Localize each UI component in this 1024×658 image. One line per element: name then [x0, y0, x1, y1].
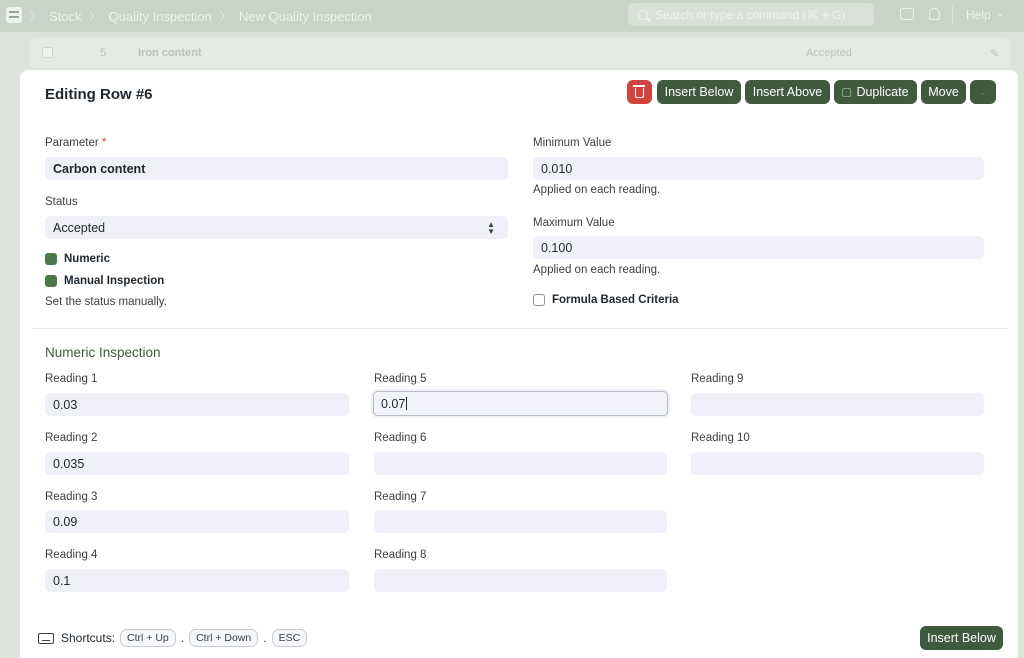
insert-below-button[interactable]: Insert Below [657, 80, 741, 104]
max-value-help: Applied on each reading. [533, 264, 661, 276]
help-menu[interactable]: Help [966, 8, 991, 22]
required-mark: * [101, 137, 107, 149]
numeric-inspection-title: Numeric Inspection [45, 345, 161, 360]
reading-2-field[interactable]: 0.035 [45, 452, 349, 475]
move-button[interactable]: Move [921, 80, 966, 104]
max-value-field[interactable]: 0.100 [533, 236, 984, 259]
shortcut-separator: . [180, 631, 185, 645]
numeric-label: Numeric [64, 253, 111, 265]
section-divider [33, 328, 1007, 329]
row-editor: Editing Row #6 Insert Below Insert Above… [20, 70, 1018, 658]
checkbox-checked-icon[interactable] [45, 253, 57, 265]
breadcrumb: 〉 Stock 〉 Quality Inspection 〉 New Quali… [30, 0, 372, 32]
reading-2-value: 0.035 [53, 456, 85, 471]
parameter-field[interactable]: Carbon content [45, 157, 508, 180]
status-label: Status [45, 196, 78, 208]
numeric-checkbox[interactable]: Numeric [45, 253, 110, 265]
chat-icon[interactable] [900, 8, 914, 20]
reading-10-field[interactable] [691, 452, 984, 475]
search-bar[interactable]: Search or type a command (⌘ + G) [628, 3, 874, 26]
search-icon [638, 9, 648, 20]
shortcuts-bar: Shortcuts: Ctrl + Up . Ctrl + Down . ESC [38, 629, 308, 647]
breadcrumb-separator: 〉 [89, 11, 101, 23]
formula-based-checkbox[interactable]: Formula Based Criteria [533, 294, 679, 306]
reading-5-field[interactable]: 0.07 [373, 391, 668, 416]
formula-based-label: Formula Based Criteria [552, 294, 679, 306]
row-index: 5 [100, 47, 107, 59]
insert-below-footer-button[interactable]: Insert Below [920, 626, 1003, 650]
edit-icon[interactable]: ✎ [990, 47, 999, 60]
manual-inspection-checkbox[interactable]: Manual Inspection [45, 275, 164, 287]
search-placeholder: Search or type a command (⌘ + G) [655, 7, 846, 22]
table-row: 5 Iron content Accepted ✎ [30, 38, 1010, 68]
reading-3-field[interactable]: 0.09 [45, 510, 349, 533]
shortcut-key: ESC [271, 629, 308, 647]
reading-3-value: 0.09 [53, 514, 78, 529]
breadcrumb-quality-inspection[interactable]: Quality Inspection [109, 9, 212, 24]
breadcrumb-separator: 〉 [30, 11, 41, 23]
reading-5-value: 0.07 [381, 396, 406, 411]
row-parameter: Iron content [138, 47, 202, 59]
navbar: 〉 Stock 〉 Quality Inspection 〉 New Quali… [0, 0, 1024, 32]
shortcut-key: Ctrl + Down [189, 629, 259, 647]
manual-inspection-help: Set the status manually. [45, 296, 167, 308]
app-logo-icon[interactable] [6, 7, 22, 23]
min-value-field[interactable]: 0.010 [533, 157, 984, 180]
breadcrumb-stock[interactable]: Stock [49, 9, 82, 24]
checkbox-unchecked-icon[interactable] [533, 294, 545, 306]
reading-4-field[interactable]: 0.1 [45, 569, 349, 592]
min-value: 0.010 [541, 161, 573, 176]
row-checkbox[interactable] [42, 47, 53, 58]
chevron-down-icon: ⌄ [978, 86, 988, 98]
status-value: Accepted [53, 220, 106, 235]
max-value-label: Maximum Value [533, 217, 615, 229]
breadcrumb-separator: 〉 [219, 11, 231, 23]
reading-4-label: Reading 4 [45, 549, 98, 561]
reading-7-field[interactable] [374, 510, 667, 533]
parameter-label-text: Parameter [45, 137, 99, 149]
collapse-button[interactable]: ⌄ [970, 80, 996, 104]
chevron-down-icon: ⌄ [996, 8, 1005, 19]
keyboard-icon [38, 632, 54, 644]
reading-1-label: Reading 1 [45, 373, 98, 385]
parameter-value: Carbon content [53, 161, 146, 176]
reading-9-field[interactable] [691, 393, 984, 416]
reading-7-label: Reading 7 [374, 491, 427, 503]
reading-3-label: Reading 3 [45, 491, 98, 503]
reading-9-label: Reading 9 [691, 373, 744, 385]
reading-1-value: 0.03 [53, 397, 78, 412]
min-value-help: Applied on each reading. [533, 184, 661, 196]
parameter-label: Parameter * [45, 137, 106, 149]
trash-icon [633, 85, 645, 98]
text-caret [406, 397, 408, 410]
reading-6-label: Reading 6 [374, 432, 427, 444]
shortcuts-label: Shortcuts: [61, 631, 116, 645]
reading-10-label: Reading 10 [691, 432, 750, 444]
max-value: 0.100 [541, 240, 573, 255]
manual-inspection-label: Manual Inspection [64, 275, 165, 287]
reading-2-label: Reading 2 [45, 432, 98, 444]
editor-title: Editing Row #6 [45, 86, 153, 103]
status-select[interactable]: Accepted ▲ ▼ [45, 216, 508, 239]
reading-5-label: Reading 5 [374, 373, 427, 385]
reading-4-value: 0.1 [53, 573, 71, 588]
duplicate-button[interactable]: Duplicate [834, 80, 917, 104]
row-status: Accepted [806, 47, 852, 59]
breadcrumb-new-quality-inspection[interactable]: New Quality Inspection [239, 9, 372, 24]
reading-1-field[interactable]: 0.03 [45, 393, 349, 416]
delete-button[interactable] [627, 80, 652, 104]
reading-8-field[interactable] [374, 569, 667, 592]
insert-above-button[interactable]: Insert Above [745, 80, 830, 104]
reading-6-field[interactable] [374, 452, 667, 475]
shortcut-key: Ctrl + Up [120, 629, 176, 647]
select-arrows-icon: ▲ ▼ [487, 220, 495, 236]
checkbox-checked-icon[interactable] [45, 275, 57, 287]
copy-icon [842, 87, 852, 97]
reading-8-label: Reading 8 [374, 549, 427, 561]
bell-icon[interactable] [929, 8, 940, 20]
duplicate-label: Duplicate [856, 85, 909, 99]
shortcut-separator: . [263, 631, 267, 645]
min-value-label: Minimum Value [533, 137, 612, 149]
navbar-divider [952, 6, 953, 24]
